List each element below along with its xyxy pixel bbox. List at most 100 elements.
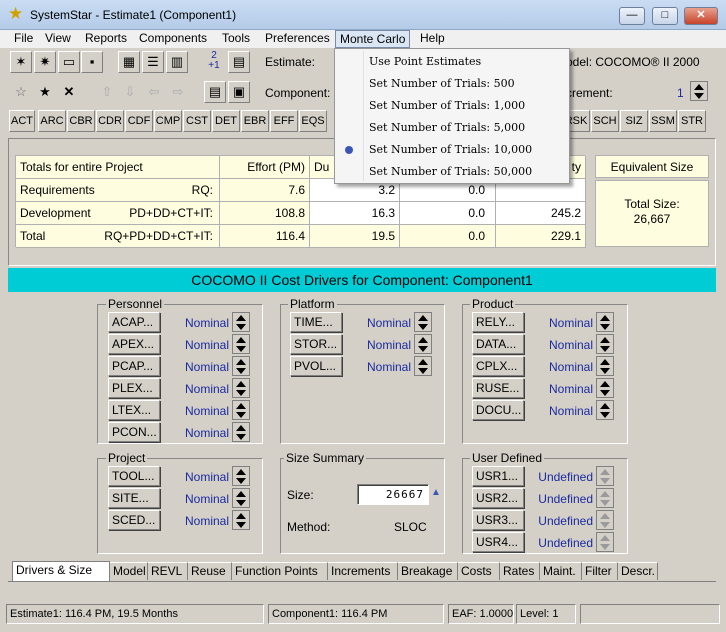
report-icon[interactable]: ▤ — [204, 81, 226, 103]
menu-item-use-point-estimates[interactable]: Use Point Estimates — [337, 51, 567, 73]
menu-item-trials-50000[interactable]: Set Number of Trials: 50,000 — [337, 161, 567, 183]
cd-button-sch[interactable]: SCH — [591, 110, 619, 132]
user-defined-driver-button[interactable]: USR4... — [472, 532, 524, 552]
platform-driver-button[interactable]: STOR... — [290, 334, 342, 354]
product-driver-spinner[interactable] — [596, 400, 614, 420]
save-disk-icon[interactable]: ▪ — [81, 51, 103, 73]
tab-breakage[interactable]: Breakage — [398, 562, 458, 580]
menu-reports[interactable]: Reports — [81, 30, 131, 48]
user-defined-driver-button[interactable]: USR3... — [472, 510, 524, 530]
project-driver-spinner[interactable] — [232, 466, 250, 486]
platform-driver-spinner[interactable] — [414, 334, 432, 354]
personnel-driver-button[interactable]: ACAP... — [108, 312, 160, 332]
tab-filter[interactable]: Filter — [582, 562, 618, 580]
personnel-driver-button[interactable]: APEX... — [108, 334, 160, 354]
project-driver-spinner[interactable] — [232, 510, 250, 530]
move-left-icon[interactable]: ⇦ — [143, 81, 165, 103]
menu-item-trials-5000[interactable]: Set Number of Trials: 5,000 — [337, 117, 567, 139]
new-star-icon[interactable]: ✶ — [10, 51, 32, 73]
cd-button-ssm[interactable]: SSM — [649, 110, 677, 132]
platform-driver-spinner[interactable] — [414, 356, 432, 376]
menu-file[interactable]: File — [10, 30, 37, 48]
chart-view-icon[interactable]: ▥ — [166, 51, 188, 73]
cd-button-cdr[interactable]: CDR — [96, 110, 124, 132]
personnel-driver-spinner[interactable] — [232, 356, 250, 376]
tab-increments[interactable]: Increments — [328, 562, 398, 580]
personnel-driver-button[interactable]: PCON... — [108, 422, 160, 442]
increment-spinner[interactable] — [690, 81, 708, 101]
menu-item-trials-1000[interactable]: Set Number of Trials: 1,000 — [337, 95, 567, 117]
project-driver-spinner[interactable] — [232, 488, 250, 508]
cd-button-ebr[interactable]: EBR — [241, 110, 269, 132]
product-driver-button[interactable]: DOCU... — [472, 400, 524, 420]
project-driver-button[interactable]: SITE... — [108, 488, 160, 508]
personnel-driver-spinner[interactable] — [232, 422, 250, 442]
menu-help[interactable]: Help — [416, 30, 449, 48]
user-defined-driver-spinner[interactable] — [596, 510, 614, 530]
cd-button-siz[interactable]: SIZ — [620, 110, 648, 132]
increment-fraction-icon[interactable]: 2 +1 — [203, 51, 225, 73]
personnel-driver-button[interactable]: PLEX... — [108, 378, 160, 398]
product-driver-spinner[interactable] — [596, 378, 614, 398]
product-driver-button[interactable]: RELY... — [472, 312, 524, 332]
tab-drivers-size[interactable]: Drivers & Size — [12, 561, 110, 581]
cd-button-act[interactable]: ACT — [9, 110, 35, 132]
product-driver-button[interactable]: DATA... — [472, 334, 524, 354]
project-driver-button[interactable]: TOOL... — [108, 466, 160, 486]
personnel-driver-button[interactable]: LTEX... — [108, 400, 160, 420]
personnel-driver-spinner[interactable] — [232, 312, 250, 332]
menu-tools[interactable]: Tools — [218, 30, 254, 48]
menu-item-trials-500[interactable]: Set Number of Trials: 500 — [337, 73, 567, 95]
menu-view[interactable]: View — [41, 30, 75, 48]
personnel-driver-spinner[interactable] — [232, 334, 250, 354]
user-defined-driver-spinner[interactable] — [596, 488, 614, 508]
cd-button-cmp[interactable]: CMP — [154, 110, 182, 132]
report-detail-icon[interactable]: ▣ — [228, 81, 250, 103]
tab-model[interactable]: Model — [110, 562, 148, 580]
menu-preferences[interactable]: Preferences — [261, 30, 334, 48]
cd-button-cbr[interactable]: CBR — [67, 110, 95, 132]
tab-rates[interactable]: Rates — [500, 562, 540, 580]
personnel-driver-spinner[interactable] — [232, 400, 250, 420]
product-driver-button[interactable]: CPLX... — [472, 356, 524, 376]
cd-button-eff[interactable]: EFF — [270, 110, 298, 132]
project-driver-button[interactable]: SCED... — [108, 510, 160, 530]
move-up-icon[interactable]: ⇧ — [96, 81, 118, 103]
document-icon[interactable]: ▤ — [228, 51, 250, 73]
user-defined-driver-button[interactable]: USR2... — [472, 488, 524, 508]
maximize-button[interactable]: □ — [652, 7, 678, 25]
user-defined-driver-button[interactable]: USR1... — [472, 466, 524, 486]
product-driver-spinner[interactable] — [596, 356, 614, 376]
menu-components[interactable]: Components — [135, 30, 211, 48]
move-right-icon[interactable]: ⇨ — [167, 81, 189, 103]
size-up-arrow-icon[interactable]: ▲ — [431, 487, 441, 498]
platform-driver-button[interactable]: TIME... — [290, 312, 342, 332]
star-child-icon[interactable]: ★ — [34, 81, 56, 103]
menu-item-trials-10000[interactable]: Set Number of Trials: 10,000 — [337, 139, 567, 161]
platform-driver-spinner[interactable] — [414, 312, 432, 332]
minimize-button[interactable]: — — [619, 7, 645, 25]
tab-descr[interactable]: Descr. — [618, 562, 658, 580]
user-defined-driver-spinner[interactable] — [596, 532, 614, 552]
user-defined-driver-spinner[interactable] — [596, 466, 614, 486]
tab-reuse[interactable]: Reuse — [188, 562, 232, 580]
open-folder-icon[interactable]: ▭ — [58, 51, 80, 73]
personnel-driver-spinner[interactable] — [232, 378, 250, 398]
open-star-icon[interactable]: ✷ — [34, 51, 56, 73]
delete-x-icon[interactable]: ✕ — [58, 81, 80, 103]
tab-costs[interactable]: Costs — [458, 562, 500, 580]
personnel-driver-button[interactable]: PCAP... — [108, 356, 160, 376]
tab-function-points[interactable]: Function Points — [232, 562, 328, 580]
tab-maint[interactable]: Maint. — [540, 562, 582, 580]
cd-button-eqs[interactable]: EQS — [299, 110, 327, 132]
grid-view-icon[interactable]: ▦ — [118, 51, 140, 73]
product-driver-spinner[interactable] — [596, 334, 614, 354]
cd-button-det[interactable]: DET — [212, 110, 240, 132]
menu-monte-carlo[interactable]: Monte Carlo — [335, 30, 411, 48]
product-driver-spinner[interactable] — [596, 312, 614, 332]
cd-button-arc[interactable]: ARC — [38, 110, 66, 132]
size-input[interactable]: 26667 — [357, 484, 429, 505]
cd-button-str[interactable]: STR — [678, 110, 706, 132]
star-outline-icon[interactable]: ☆ — [10, 81, 32, 103]
close-button[interactable]: ✕ — [684, 7, 718, 25]
